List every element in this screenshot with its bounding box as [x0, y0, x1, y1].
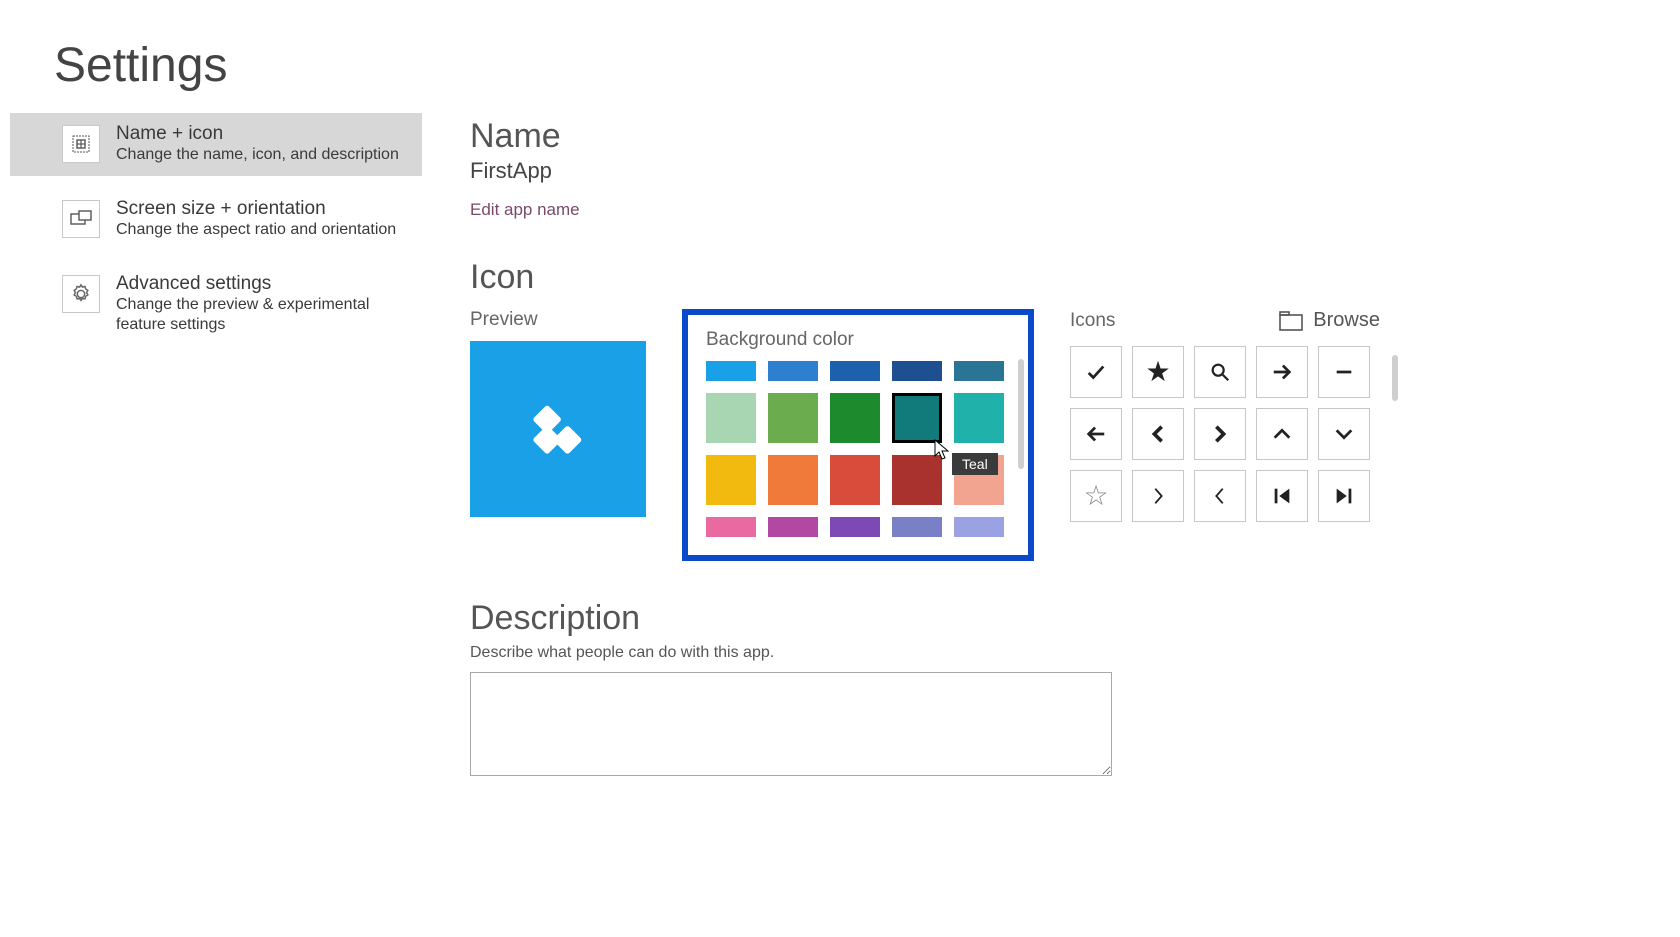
sidebar-item-label: Screen size + orientation	[116, 198, 396, 220]
page-title: Settings	[10, 0, 1680, 113]
color-swatch[interactable]	[830, 361, 880, 381]
color-swatch[interactable]	[954, 361, 1004, 381]
color-swatch[interactable]	[768, 455, 818, 505]
color-swatch[interactable]	[768, 393, 818, 443]
sidebar-item-label: Advanced settings	[116, 273, 408, 295]
color-swatch[interactable]	[892, 361, 942, 381]
icon-heading: Icon	[470, 258, 1680, 297]
preview-label: Preview	[470, 309, 646, 331]
icons-scrollbar[interactable]	[1392, 355, 1398, 401]
color-swatch[interactable]	[706, 361, 756, 381]
description-textarea[interactable]	[470, 672, 1112, 776]
icon-option-chevron-right[interactable]	[1132, 470, 1184, 522]
folder-icon	[1279, 310, 1303, 332]
color-swatch[interactable]	[768, 517, 818, 537]
icon-option-arrow-right[interactable]	[1256, 346, 1308, 398]
settings-sidebar: Name + icon Change the name, icon, and d…	[10, 113, 422, 781]
icons-label: Icons	[1070, 310, 1115, 332]
color-swatch[interactable]	[706, 393, 756, 443]
color-swatch[interactable]	[892, 393, 942, 443]
icon-option-check[interactable]	[1070, 346, 1122, 398]
color-swatch[interactable]	[830, 393, 880, 443]
sidebar-item-desc: Change the name, icon, and description	[116, 145, 399, 166]
background-color-label: Background color	[706, 329, 1010, 351]
color-swatch[interactable]	[768, 361, 818, 381]
icon-option-skip-first[interactable]	[1256, 470, 1308, 522]
icons-grid: ★☆	[1070, 346, 1380, 522]
description-hint: Describe what people can do with this ap…	[470, 644, 1680, 662]
icon-option-minus[interactable]	[1318, 346, 1370, 398]
color-scrollbar[interactable]	[1018, 359, 1024, 541]
icon-option-search[interactable]	[1194, 346, 1246, 398]
icon-option-chevron-right-bold[interactable]	[1194, 408, 1246, 460]
name-icon	[62, 125, 100, 163]
icon-option-arrow-left[interactable]	[1070, 408, 1122, 460]
color-swatch[interactable]	[954, 517, 1004, 537]
color-tooltip: Teal	[952, 453, 998, 475]
browse-button[interactable]: Browse	[1279, 309, 1380, 332]
screen-icon	[62, 200, 100, 238]
color-swatch[interactable]	[954, 393, 1004, 443]
color-swatch[interactable]	[892, 517, 942, 537]
color-swatch[interactable]	[892, 455, 942, 505]
icon-option-star-outline[interactable]: ☆	[1070, 470, 1122, 522]
gear-icon	[62, 275, 100, 313]
sidebar-item-advanced[interactable]: Advanced settings Change the preview & e…	[10, 263, 422, 347]
color-swatch[interactable]	[830, 455, 880, 505]
sidebar-item-desc: Change the aspect ratio and orientation	[116, 220, 396, 241]
icon-option-chevron-left-bold[interactable]	[1132, 408, 1184, 460]
icon-option-caret-up[interactable]	[1256, 408, 1308, 460]
main-content: Name FirstApp Edit app name Icon Preview	[422, 113, 1680, 781]
sidebar-item-desc: Change the preview & experimental featur…	[116, 295, 408, 337]
sidebar-item-name-icon[interactable]: Name + icon Change the name, icon, and d…	[10, 113, 422, 176]
color-swatch[interactable]	[706, 517, 756, 537]
edit-app-name-link[interactable]: Edit app name	[470, 200, 580, 220]
app-name-value: FirstApp	[470, 158, 1680, 184]
sidebar-item-screen-size[interactable]: Screen size + orientation Change the asp…	[10, 188, 422, 251]
color-swatch[interactable]	[706, 455, 756, 505]
color-swatch-grid: Teal	[706, 361, 1010, 537]
description-heading: Description	[470, 599, 1680, 638]
icon-option-chevron-left[interactable]	[1194, 470, 1246, 522]
icon-option-skip-last[interactable]	[1318, 470, 1370, 522]
color-swatch[interactable]	[830, 517, 880, 537]
icon-option-star[interactable]: ★	[1132, 346, 1184, 398]
browse-label: Browse	[1313, 309, 1380, 332]
sidebar-item-label: Name + icon	[116, 123, 399, 145]
icon-option-caret-down[interactable]	[1318, 408, 1370, 460]
name-heading: Name	[470, 117, 1680, 156]
app-icon-preview	[470, 341, 646, 517]
background-color-panel: Background color Teal	[682, 309, 1034, 561]
